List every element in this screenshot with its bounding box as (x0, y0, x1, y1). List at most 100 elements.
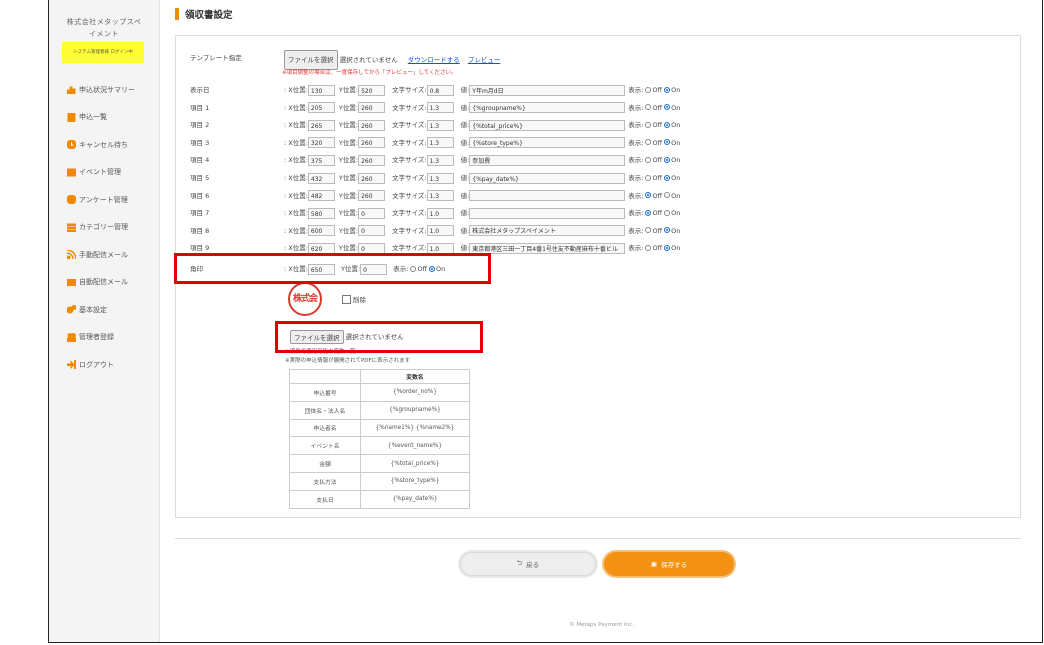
x-position-input[interactable]: 432 (307, 172, 335, 184)
footer-divider (175, 538, 1021, 539)
sidebar-item-7[interactable]: 自動配信メール (49, 269, 159, 297)
delete-checkbox-wrap[interactable]: 削除 (342, 294, 366, 304)
y-position-input[interactable]: 0 (358, 225, 386, 237)
company-seal-image: 株式会社MP (288, 282, 322, 316)
font-size-input[interactable]: 1.0 (426, 207, 454, 219)
value-input[interactable]: 株式会社メタップスペイメント (469, 225, 626, 237)
delete-checkbox[interactable] (342, 294, 351, 304)
x-position-input[interactable]: 580 (307, 207, 335, 219)
save-button[interactable]: ▣ 保存する (604, 552, 734, 576)
sidebar-item-label: アンケート管理 (79, 195, 128, 204)
page-title: 領収書設定 (175, 7, 233, 21)
sidebar-item-6[interactable]: 手動配信メール (49, 241, 159, 269)
sidebar-item-2[interactable]: キャンセル待ち (49, 131, 159, 159)
sidebar-item-5[interactable]: カテゴリー管理 (49, 214, 159, 242)
font-size-input[interactable]: 0.8 (426, 84, 454, 96)
y-position-input[interactable]: 260 (358, 137, 386, 149)
display-on-radio[interactable] (664, 86, 671, 93)
display-on-radio[interactable] (664, 209, 671, 216)
display-on-radio[interactable] (664, 244, 671, 251)
value-input[interactable] (469, 190, 626, 202)
display-off-radio[interactable] (645, 104, 652, 111)
variable-label: イベント名 (289, 436, 361, 456)
x-position-input[interactable]: 600 (307, 225, 335, 237)
position-row: 表示日: X位置: 130 Y位置: 520 文字サイズ: 0.8 値: Y年m月d日 表示: O… (176, 82, 1016, 98)
table-row: 団体名・法人名 {%groupname%} (289, 400, 470, 420)
display-off-radio[interactable] (645, 244, 652, 251)
variable-label: 申込者名 (289, 418, 361, 438)
display-on-radio[interactable] (664, 156, 671, 163)
display-on-radio[interactable] (664, 104, 671, 111)
back-button[interactable]: ⮌ 戻る (460, 552, 596, 576)
display-on-radio[interactable] (664, 227, 671, 234)
position-row: 項目 8: X位置: 600 Y位置: 0 文字サイズ: 1.0 値: 株式会社メタップスペイ… (176, 223, 1016, 239)
value-input[interactable]: {%groupname%} (469, 102, 626, 114)
users-icon (67, 332, 76, 342)
stamp-row-highlight (174, 253, 491, 284)
y-position-input[interactable]: 520 (358, 84, 386, 96)
value-input[interactable]: {%store_type%} (469, 137, 626, 149)
value-input[interactable]: 東京都港区三田一丁目4番1号住友不動産麻布十番ビル (469, 242, 626, 254)
variable-label: 支払方法 (289, 471, 361, 491)
display-on-radio[interactable] (664, 121, 671, 128)
font-size-input[interactable]: 1.3 (426, 154, 454, 166)
display-off-radio[interactable] (645, 121, 652, 128)
font-size-input[interactable]: 1.3 (426, 190, 454, 202)
value-input[interactable]: {%pay_date%} (469, 172, 626, 184)
y-position-input[interactable]: 260 (358, 102, 386, 114)
value-input[interactable]: 参加費 (469, 154, 626, 166)
display-on-radio[interactable] (664, 174, 671, 181)
display-off-radio[interactable] (645, 139, 652, 146)
display-off-radio[interactable] (645, 156, 652, 163)
download-link[interactable]: ダウンロードする (408, 56, 460, 64)
x-position-input[interactable]: 265 (307, 119, 335, 131)
sidebar-item-label: 管理者登録 (79, 333, 114, 342)
font-size-input[interactable]: 1.0 (426, 225, 454, 237)
file-chooser-highlight (275, 321, 483, 353)
y-position-input[interactable]: 260 (358, 190, 386, 202)
display-off-radio[interactable] (645, 192, 652, 199)
variable-name: {%total_price%} (360, 454, 470, 473)
sidebar-item-3[interactable]: イベント管理 (49, 159, 159, 187)
x-position-input[interactable]: 375 (307, 154, 335, 166)
display-off-radio[interactable] (645, 227, 652, 234)
sidebar-item-1[interactable]: 申込一覧 (49, 104, 159, 132)
font-size-input[interactable]: 1.3 (426, 172, 454, 184)
preview-link[interactable]: プレビュー (468, 56, 501, 64)
y-position-input[interactable]: 260 (358, 119, 386, 131)
x-position-input[interactable]: 205 (307, 102, 335, 114)
row-label: 項目 8 (190, 226, 210, 235)
row-label: 項目 7 (190, 209, 210, 218)
display-off-radio[interactable] (645, 86, 652, 93)
y-position-input[interactable]: 0 (358, 207, 386, 219)
position-row: 項目 1: X位置: 205 Y位置: 260 文字サイズ: 1.3 値: {%groupna… (176, 100, 1016, 116)
display-on-radio[interactable] (664, 192, 671, 199)
sidebar-item-9[interactable]: 管理者登録 (49, 324, 159, 352)
y-position-input[interactable]: 260 (358, 154, 386, 166)
position-row: 項目 6: X位置: 482 Y位置: 260 文字サイズ: 1.3 値: 表示: Off On (176, 188, 1016, 204)
font-size-input[interactable]: 1.3 (426, 119, 454, 131)
variable-label: 申込番号 (289, 383, 361, 402)
font-size-input[interactable]: 1.3 (426, 102, 454, 114)
value-input[interactable]: {%total_price%} (469, 119, 626, 131)
x-position-input[interactable]: 482 (307, 190, 335, 202)
sidebar-item-10[interactable]: ログアウト (49, 351, 159, 379)
x-position-input[interactable]: 130 (307, 84, 335, 96)
rss-icon (67, 250, 76, 260)
variable-name: {%order_no%} (360, 383, 470, 402)
y-position-input[interactable]: 260 (358, 172, 386, 184)
template-label: テンプレート指定 (190, 54, 242, 62)
table-row: 申込番号 {%order_no%} (289, 383, 470, 402)
display-on-radio[interactable] (664, 139, 671, 146)
template-file-button[interactable]: ファイルを選択 (284, 50, 338, 70)
x-position-input[interactable]: 320 (307, 137, 335, 149)
display-off-radio[interactable] (645, 209, 652, 216)
value-input[interactable]: Y年m月d日 (469, 84, 626, 96)
sidebar-item-4[interactable]: アンケート管理 (49, 186, 159, 214)
sidebar-item-0[interactable]: 申込状況サマリー (49, 76, 159, 104)
display-off-radio[interactable] (645, 174, 652, 181)
value-input[interactable] (469, 207, 626, 219)
app-frame: 株式会社メタップスペ イメント システム管理者様 ログイン中 申込状況サマリー申… (48, 0, 1043, 643)
sidebar-item-8[interactable]: 基本設定 (49, 296, 159, 324)
font-size-input[interactable]: 1.3 (426, 137, 454, 149)
